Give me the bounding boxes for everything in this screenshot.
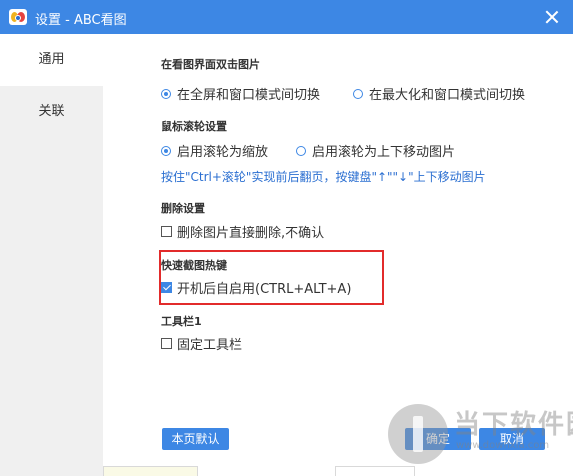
checkbox-hotkey-autostart[interactable]: 开机后自启用(CTRL+ALT+A) [161, 278, 351, 297]
window-title: 设置 - ABC看图 [35, 13, 127, 28]
radio-scroll-move[interactable]: 启用滚轮为上下移动图片 [296, 141, 455, 160]
sidebar: 通用 关联 [0, 34, 103, 476]
checkbox-label: 开机后自启用(CTRL+ALT+A) [177, 282, 352, 297]
radio-unselected-icon[interactable] [353, 88, 363, 99]
toolbar-section-title: 工具栏1 [161, 315, 202, 328]
radio-label: 在最大化和窗口模式间切换 [369, 88, 526, 103]
delete-section-title: 删除设置 [161, 202, 205, 215]
radio-selected-icon[interactable] [161, 88, 171, 99]
radio-scroll-zoom[interactable]: 启用滚轮为缩放 [161, 141, 268, 160]
double-click-section-title: 在看图界面双击图片 [161, 58, 260, 71]
page-default-button[interactable]: 本页默认 [162, 428, 229, 450]
radio-selected-icon[interactable] [161, 145, 171, 156]
checkbox-delete-no-confirm[interactable]: 删除图片直接删除,不确认 [161, 222, 324, 241]
checkbox-label: 删除图片直接删除,不确认 [177, 226, 325, 241]
scroll-section-title: 鼠标滚轮设置 [161, 120, 227, 133]
watermark-text: 当下软件园 [454, 410, 573, 440]
checkbox-unchecked-icon[interactable] [161, 226, 172, 237]
checkbox-fixed-toolbar[interactable]: 固定工具栏 [161, 334, 242, 353]
watermark: 当下软件园 www.downxia.com [384, 400, 573, 472]
tab-association[interactable]: 关联 [0, 86, 103, 138]
background-window-strip [103, 466, 573, 476]
watermark-url: www.downxia.com [456, 440, 550, 451]
radio-label: 启用滚轮为缩放 [177, 145, 269, 160]
radio-label: 在全屏和窗口模式间切换 [177, 88, 321, 103]
checkbox-checked-icon[interactable] [161, 282, 172, 293]
watermark-logo-icon [388, 404, 448, 464]
tab-general[interactable]: 通用 [0, 34, 103, 86]
scroll-hint-text: 按住"Ctrl+滚轮"实现前后翻页，按键盘"↑""↓"上下移动图片 [161, 170, 486, 184]
close-icon[interactable] [543, 8, 561, 26]
checkbox-label: 固定工具栏 [177, 338, 243, 353]
hotkey-section-title: 快速截图热键 [161, 259, 227, 272]
background-tab [335, 466, 415, 476]
radio-maximize-toggle[interactable]: 在最大化和窗口模式间切换 [353, 84, 525, 103]
radio-fullscreen-toggle[interactable]: 在全屏和窗口模式间切换 [161, 84, 320, 103]
radio-unselected-icon[interactable] [296, 145, 306, 156]
radio-label: 启用滚轮为上下移动图片 [312, 145, 456, 160]
title-bar: 设置 - ABC看图 [0, 0, 573, 34]
background-tab [103, 466, 198, 476]
app-icon [9, 9, 27, 25]
checkbox-unchecked-icon[interactable] [161, 338, 172, 349]
